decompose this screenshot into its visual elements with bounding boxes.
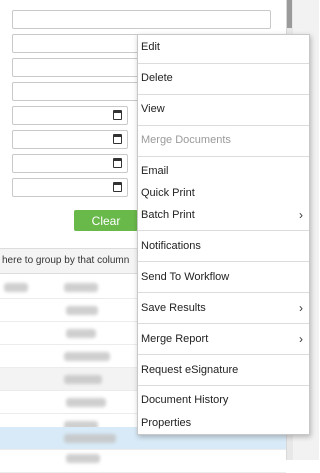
group-by-hint[interactable]: here to group by that column [0,248,137,274]
chevron-right-icon: › [299,301,303,315]
date-field[interactable] [12,154,128,173]
menu-item-edit[interactable]: Edit [138,37,309,57]
chevron-right-icon: › [299,332,303,346]
date-field[interactable] [12,130,128,149]
menu-item-merge-report[interactable]: Merge Report › [138,329,309,349]
menu-item-view[interactable]: View [138,99,309,119]
menu-item-delete[interactable]: Delete [138,68,309,88]
menu-separator [138,354,309,355]
clear-button[interactable]: Clear [74,210,138,231]
date-field[interactable] [12,106,128,125]
search-text-field[interactable] [12,10,271,29]
chevron-right-icon: › [299,208,303,222]
menu-item-properties[interactable]: Properties [138,413,309,433]
table-row[interactable] [0,450,286,473]
menu-separator [138,94,309,95]
calendar-icon[interactable] [113,134,122,144]
menu-separator [138,292,309,293]
menu-item-document-history[interactable]: Document History [138,390,309,410]
group-by-hint-text: here to group by that column [2,255,130,266]
menu-separator [138,156,309,157]
date-field[interactable] [12,178,128,197]
menu-item-label: Merge Report [141,333,209,345]
calendar-icon[interactable] [113,182,122,192]
menu-item-quick-print[interactable]: Quick Print [138,183,309,203]
menu-item-save-results[interactable]: Save Results › [138,298,309,318]
menu-item-request-esignature[interactable]: Request eSignature [138,360,309,380]
menu-item-email[interactable]: Email [138,161,309,181]
menu-separator [138,385,309,386]
calendar-icon[interactable] [113,158,122,168]
menu-separator [138,63,309,64]
menu-item-label: Save Results [141,302,206,314]
menu-separator [138,323,309,324]
context-menu: Edit Delete View Merge Documents Email Q… [137,34,310,435]
menu-separator [138,230,309,231]
scrollbar-thumb[interactable] [287,0,292,28]
menu-item-notifications[interactable]: Notifications [138,236,309,256]
menu-item-send-to-workflow[interactable]: Send To Workflow [138,267,309,287]
calendar-icon[interactable] [113,110,122,120]
menu-separator [138,125,309,126]
menu-item-batch-print[interactable]: Batch Print › [138,205,309,225]
menu-item-merge-documents: Merge Documents [141,134,231,146]
menu-separator [138,261,309,262]
menu-item-label: Batch Print [141,209,195,221]
